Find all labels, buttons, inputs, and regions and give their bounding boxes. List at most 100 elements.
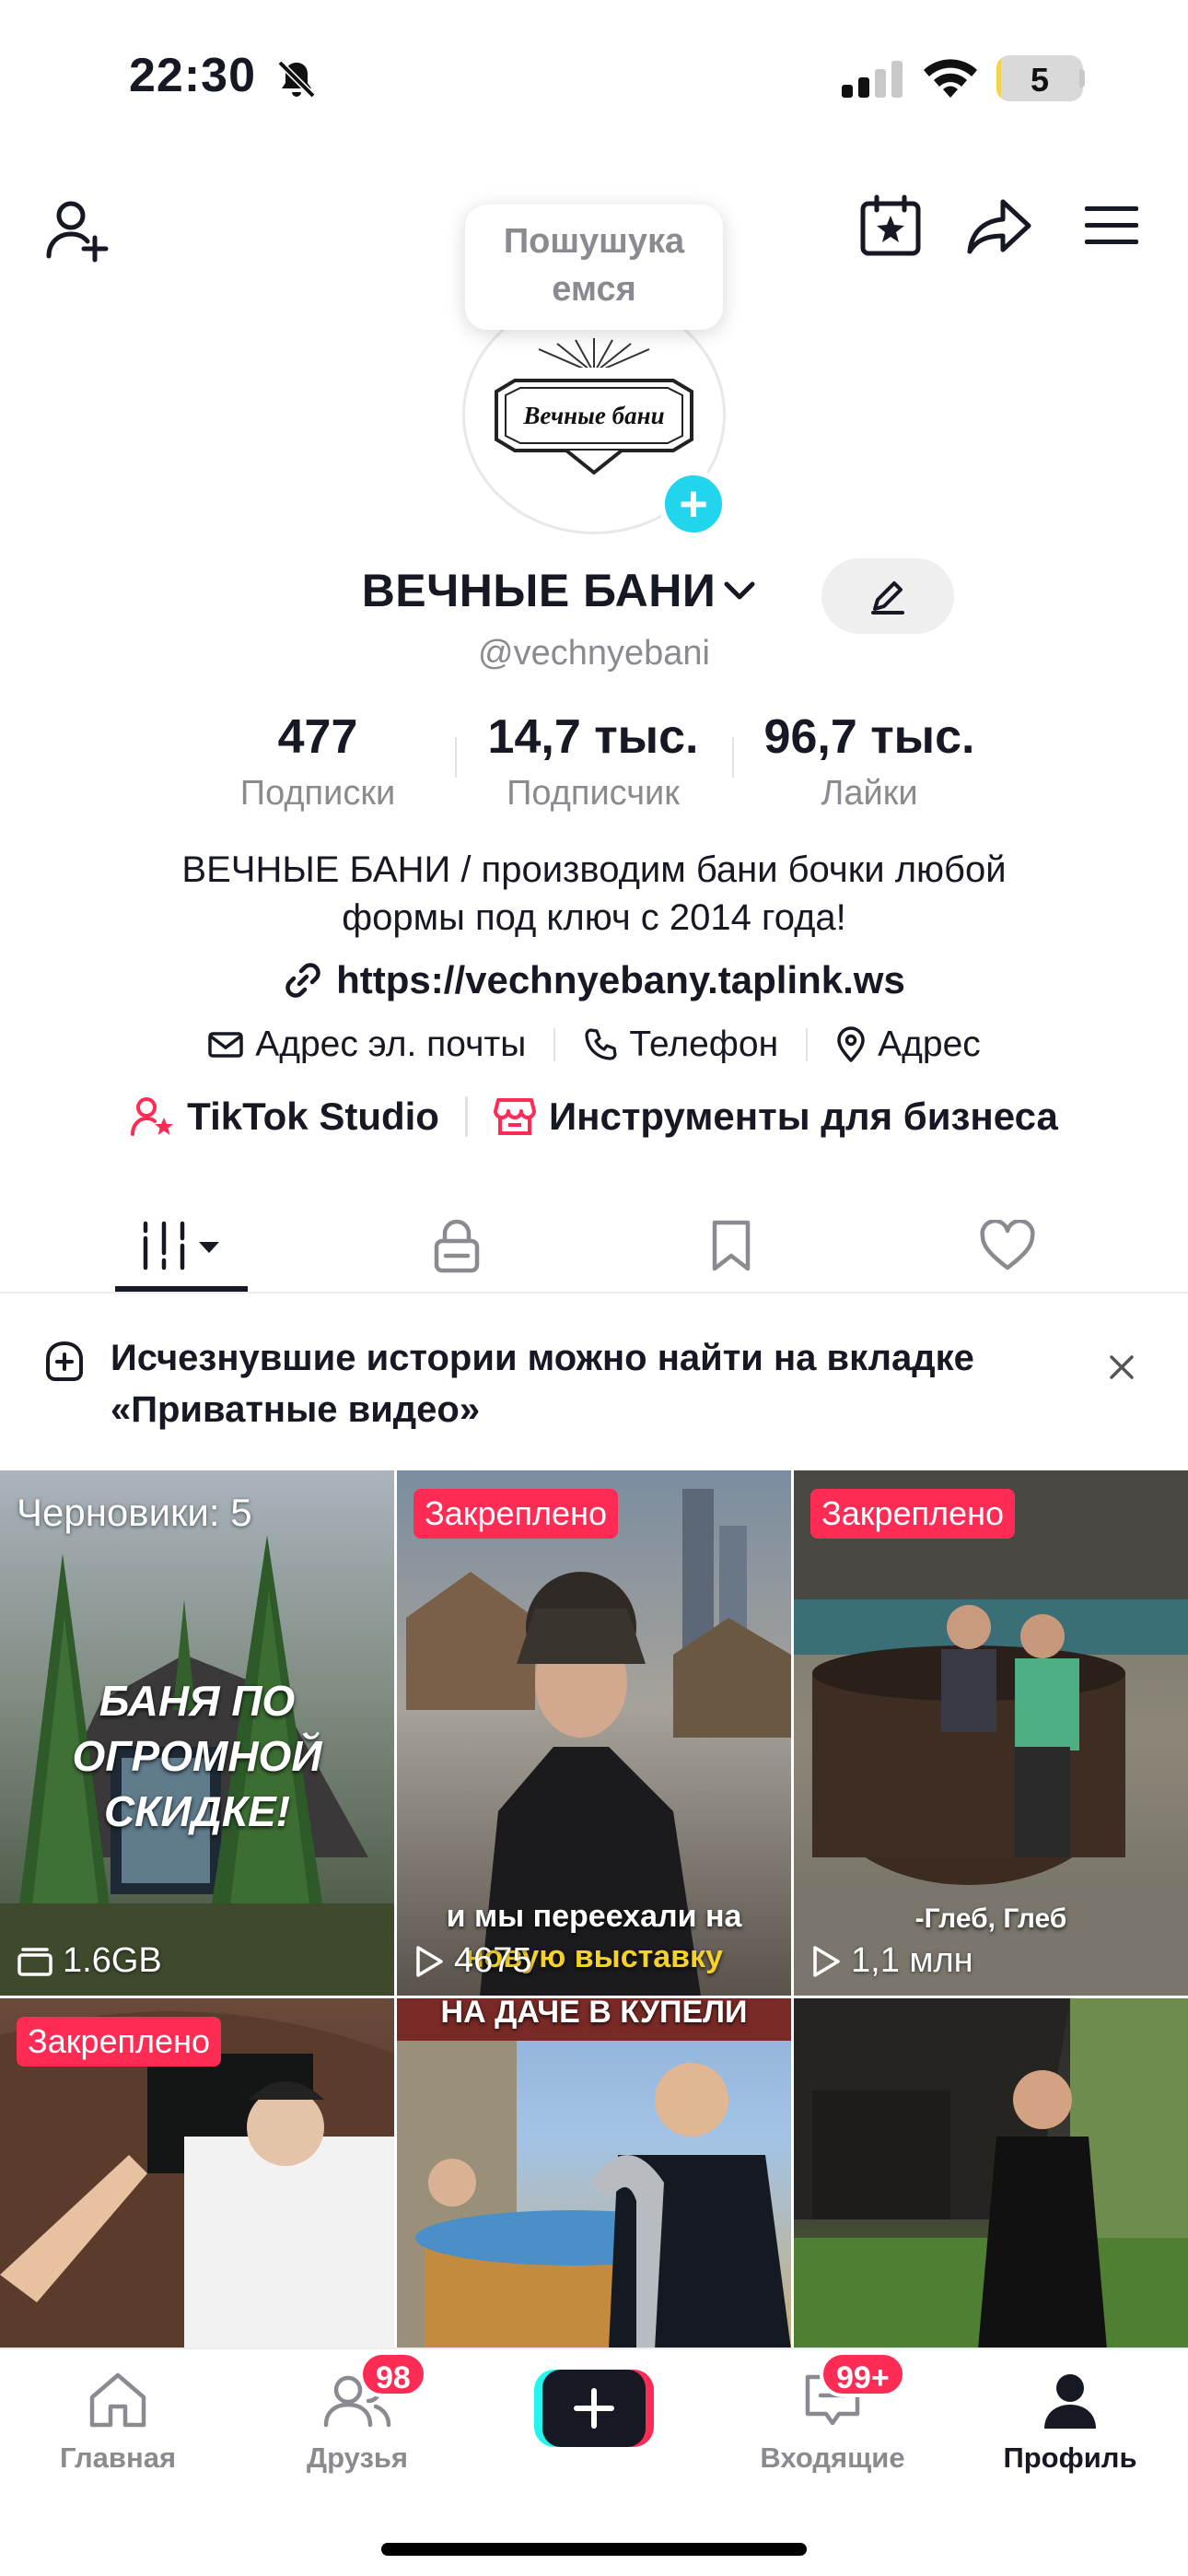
video-tile[interactable] (794, 1998, 1188, 2349)
home-indicator (381, 2543, 807, 2556)
tab-liked[interactable] (869, 1198, 1146, 1294)
battery-cap (1079, 69, 1085, 88)
battery-percent: 5 (1030, 61, 1050, 99)
address-label: Адрес (878, 1025, 981, 1064)
drafts-label: Черновики: 5 (17, 1491, 252, 1534)
video-tile[interactable]: и мы переехали на новую выставку Закрепл… (397, 1470, 791, 1996)
email-label: Адрес эл. почты (255, 1025, 527, 1064)
stat-divider (732, 737, 734, 778)
video-thumbnail-image (794, 1998, 1188, 2349)
profile-name: ВЕЧНЫЕ БАНИ (361, 565, 716, 616)
video-caption-overlay: НА ДАЧЕ В КУПЕЛИ (440, 1998, 748, 2030)
video-tile[interactable]: -Глеб, Глеб Закреплено 1,1 млн (794, 1470, 1188, 1996)
edit-profile-button[interactable] (821, 558, 954, 634)
nav-friends[interactable]: Друзья (256, 2364, 459, 2475)
folder-stack-icon (17, 1947, 52, 1976)
link-text: https://vechnyebany.taplink.ws (336, 958, 905, 1001)
tab-private[interactable] (319, 1198, 595, 1294)
stat-likes[interactable]: 96,7 тыс. Лайки (736, 709, 1003, 814)
video-caption-overlay: -Глеб, Глеб (914, 1903, 1067, 1934)
pinned-badge: Закреплено (810, 1489, 1015, 1539)
cellular-signal-icon (842, 61, 903, 98)
chevron-down-icon (724, 581, 755, 600)
tiktok-studio-label: TikTok Studio (187, 1095, 439, 1138)
drafts-size-text: 1.6GB (63, 1941, 162, 1980)
caption-line: БАНЯ ПО ОГРОМНОЙ (72, 1677, 322, 1780)
create-button[interactable] (534, 2370, 654, 2447)
add-friend-button[interactable] (37, 189, 120, 272)
profile-icon (1044, 2374, 1096, 2429)
contact-divider (806, 1028, 809, 1061)
tools-divider (464, 1096, 468, 1137)
stat-label: Подписчик (507, 774, 680, 813)
share-profile-button[interactable] (958, 184, 1041, 267)
business-tools-label: Инструменты для бизнеса (548, 1095, 1058, 1138)
stat-value: 477 (277, 710, 358, 764)
close-icon (1110, 1355, 1134, 1379)
tab-saved[interactable] (593, 1198, 869, 1294)
video-thumbnail-image (397, 1998, 791, 2349)
inbox-badge: 99+ (820, 2351, 906, 2397)
video-grid-icon (143, 1221, 219, 1270)
drafts-tile[interactable]: БАНЯ ПО ОГРОМНОЙ СКИДКЕ! Черновики: 5 1.… (0, 1470, 394, 1996)
tooltip-text: Пошушукаемся (503, 222, 685, 309)
pencil-icon (871, 581, 904, 615)
nav-profile[interactable]: Профиль (969, 2364, 1171, 2475)
link-icon (285, 963, 320, 998)
banner-close-button[interactable] (1098, 1343, 1146, 1391)
video-tile[interactable]: Закреплено (0, 1998, 394, 2349)
studio-user-star-icon (131, 1097, 174, 1136)
drafts-size: 1.6GB (17, 1941, 162, 1981)
battery-indicator: 5 (996, 55, 1083, 101)
shop-icon (493, 1098, 536, 1135)
bookmark-icon (712, 1220, 751, 1271)
brand-logo: Вечные бани (495, 338, 693, 475)
stat-value: 14,7 тыс. (487, 710, 699, 764)
calendar-events-button[interactable] (849, 184, 932, 267)
tab-videos[interactable] (43, 1198, 320, 1294)
creator-tools: TikTok Studio Инструменты для бизнеса (0, 1095, 1188, 1139)
plus-icon (574, 2388, 614, 2429)
lock-icon (434, 1219, 480, 1273)
status-time: 22:30 (129, 49, 256, 102)
banner-text: Исчезнувшие истории можно найти на вклад… (111, 1338, 974, 1430)
stat-followers[interactable]: 14,7 тыс. Подписчик (460, 709, 727, 814)
phone-icon (585, 1028, 617, 1060)
address-contact[interactable]: Адрес (835, 1025, 981, 1065)
view-count: 1,1 млн (810, 1941, 973, 1981)
plus-icon: + (679, 476, 708, 532)
business-tools-link[interactable]: Инструменты для бизнеса (493, 1095, 1058, 1139)
profile-handle: @vechnyebani (478, 634, 710, 673)
nav-label: Входящие (760, 2441, 905, 2474)
tooltip-bubble: Пошушукаемся (465, 205, 723, 330)
stat-divider (455, 737, 457, 778)
stat-label: Подписки (239, 774, 396, 813)
phone-contact[interactable]: Телефон (583, 1025, 778, 1065)
stat-following[interactable]: 477 Подписки (184, 709, 451, 814)
video-tile[interactable]: НА ДАЧЕ В КУПЕЛИ (397, 1998, 791, 2349)
add-story-button[interactable]: + (659, 470, 728, 538)
caption-line: СКИДКЕ! (103, 1787, 291, 1835)
brand-logo-text: Вечные бани (522, 402, 664, 429)
view-count-text: 1,1 млн (851, 1941, 973, 1980)
stat-value: 96,7 тыс. (763, 710, 975, 764)
bio-line: формы под ключ с 2014 года! (342, 897, 846, 938)
menu-button[interactable] (1070, 184, 1153, 267)
contact-divider (553, 1028, 556, 1061)
home-icon (89, 2372, 146, 2428)
nav-label: Главная (59, 2441, 177, 2474)
bio-line: ВЕЧНЫЕ БАНИ / производим бани бочки любо… (181, 849, 1007, 890)
nav-label: Профиль (1003, 2441, 1137, 2474)
phone-label: Телефон (629, 1025, 779, 1064)
play-icon (813, 1945, 840, 1977)
profile-link[interactable]: https://vechnyebany.taplink.ws (0, 958, 1188, 1010)
nav-label: Друзья (307, 2441, 408, 2474)
profile-name-row[interactable]: ВЕЧНЫЕ БАНИ (0, 564, 1188, 617)
wifi-icon (924, 59, 977, 98)
tiktok-studio-link[interactable]: TikTok Studio (130, 1095, 439, 1139)
nav-home[interactable]: Главная (17, 2364, 219, 2475)
profile-bio: ВЕЧНЫЕ БАНИ / производим бани бочки любо… (74, 846, 1114, 942)
share-arrow-icon (967, 199, 1031, 254)
pinned-badge: Закреплено (17, 2017, 221, 2067)
email-contact[interactable]: Адрес эл. почты (207, 1025, 526, 1065)
